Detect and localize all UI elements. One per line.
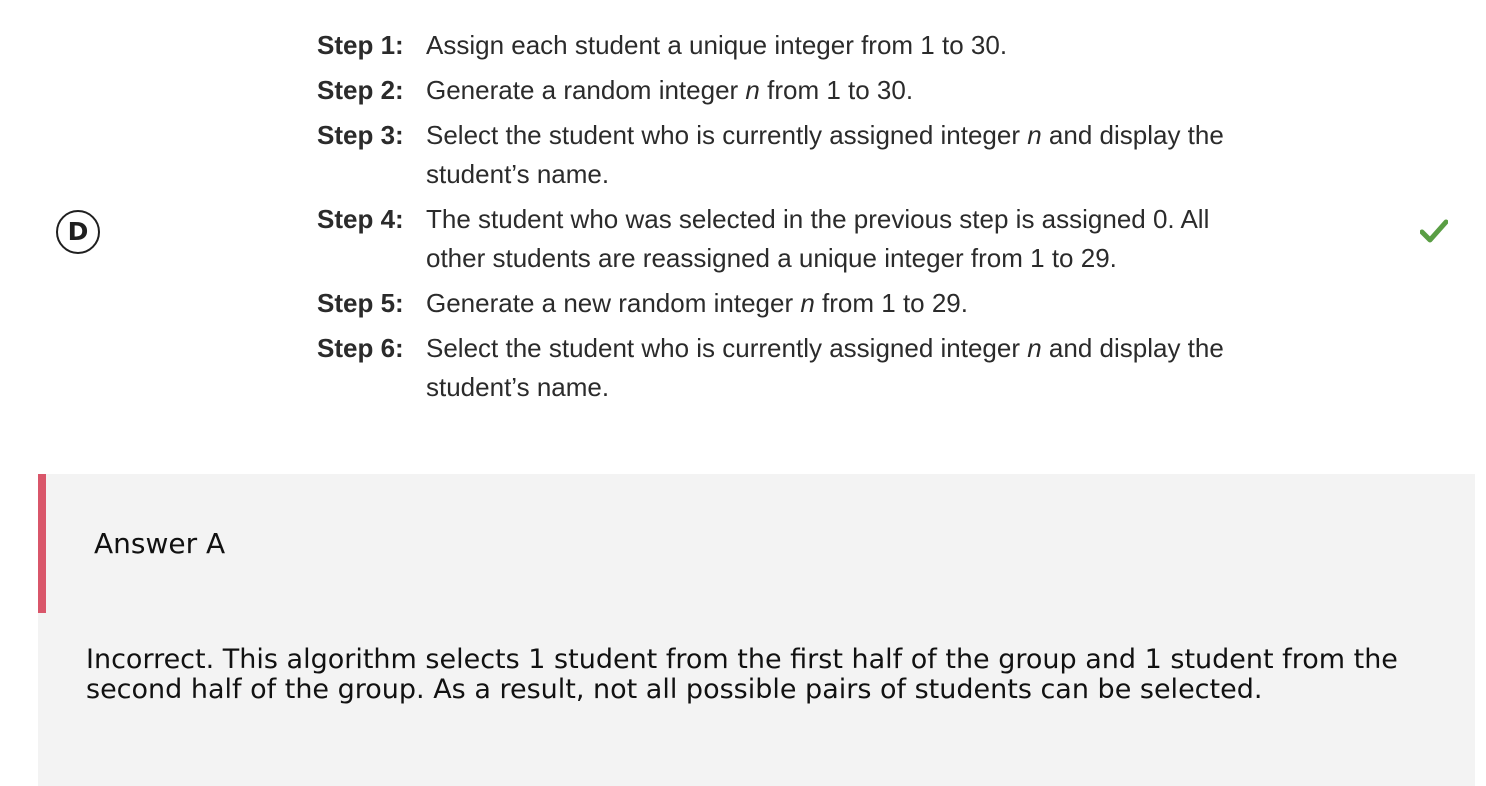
step-6: Step 6: Select the student who is curren…: [317, 329, 1277, 407]
variable-n: n: [745, 75, 760, 105]
feedback-panel: Answer A Incorrect. This algorithm selec…: [38, 474, 1475, 786]
step-text-part: The student who was selected in the prev…: [426, 204, 1210, 273]
step-text: The student who was selected in the prev…: [426, 200, 1246, 278]
step-5: Step 5: Generate a new random integer n …: [317, 284, 1277, 323]
step-label: Step 4:: [317, 204, 404, 234]
feedback-accent-bar: [38, 474, 46, 613]
step-text: Generate a random integer n from 1 to 30…: [426, 71, 1266, 110]
step-label: Step 5:: [317, 288, 404, 318]
step-4: Step 4: The student who was selected in …: [317, 200, 1277, 278]
step-text-part: Select the student who is currently assi…: [426, 333, 1028, 363]
algorithm-steps: Step 1: Assign each student a unique int…: [317, 26, 1277, 413]
step-text: Generate a new random integer n from 1 t…: [426, 284, 1266, 323]
step-text-part: Generate a new random integer: [426, 288, 801, 318]
step-3: Step 3: Select the student who is curren…: [317, 116, 1277, 194]
variable-n: n: [1027, 333, 1042, 363]
step-text-part: from 1 to 30.: [759, 75, 914, 105]
step-text-part: Generate a random integer: [426, 75, 746, 105]
answer-option-d[interactable]: D Step 1: Assign each student a unique i…: [0, 0, 1486, 460]
step-2: Step 2: Generate a random integer n from…: [317, 71, 1277, 110]
feedback-body: Incorrect. This algorithm selects 1 stud…: [86, 644, 1398, 705]
step-text: Select the student who is currently assi…: [426, 329, 1266, 407]
feedback-title: Answer A: [94, 527, 226, 560]
step-1: Step 1: Assign each student a unique int…: [317, 26, 1277, 65]
step-text-part: Assign each student a unique integer fro…: [426, 30, 1008, 60]
step-text-part: Select the student who is currently assi…: [426, 120, 1028, 150]
step-label: Step 2:: [317, 75, 404, 105]
step-label: Step 1:: [317, 30, 404, 60]
option-letter-circle[interactable]: D: [56, 210, 100, 254]
variable-n: n: [1027, 120, 1042, 150]
step-text: Select the student who is currently assi…: [426, 116, 1266, 194]
step-text: Assign each student a unique integer fro…: [426, 26, 1266, 65]
step-text-part: from 1 to 29.: [814, 288, 968, 318]
step-label: Step 3:: [317, 120, 404, 150]
step-label: Step 6:: [317, 333, 404, 363]
check-icon: [1420, 219, 1448, 243]
variable-n: n: [800, 288, 815, 318]
